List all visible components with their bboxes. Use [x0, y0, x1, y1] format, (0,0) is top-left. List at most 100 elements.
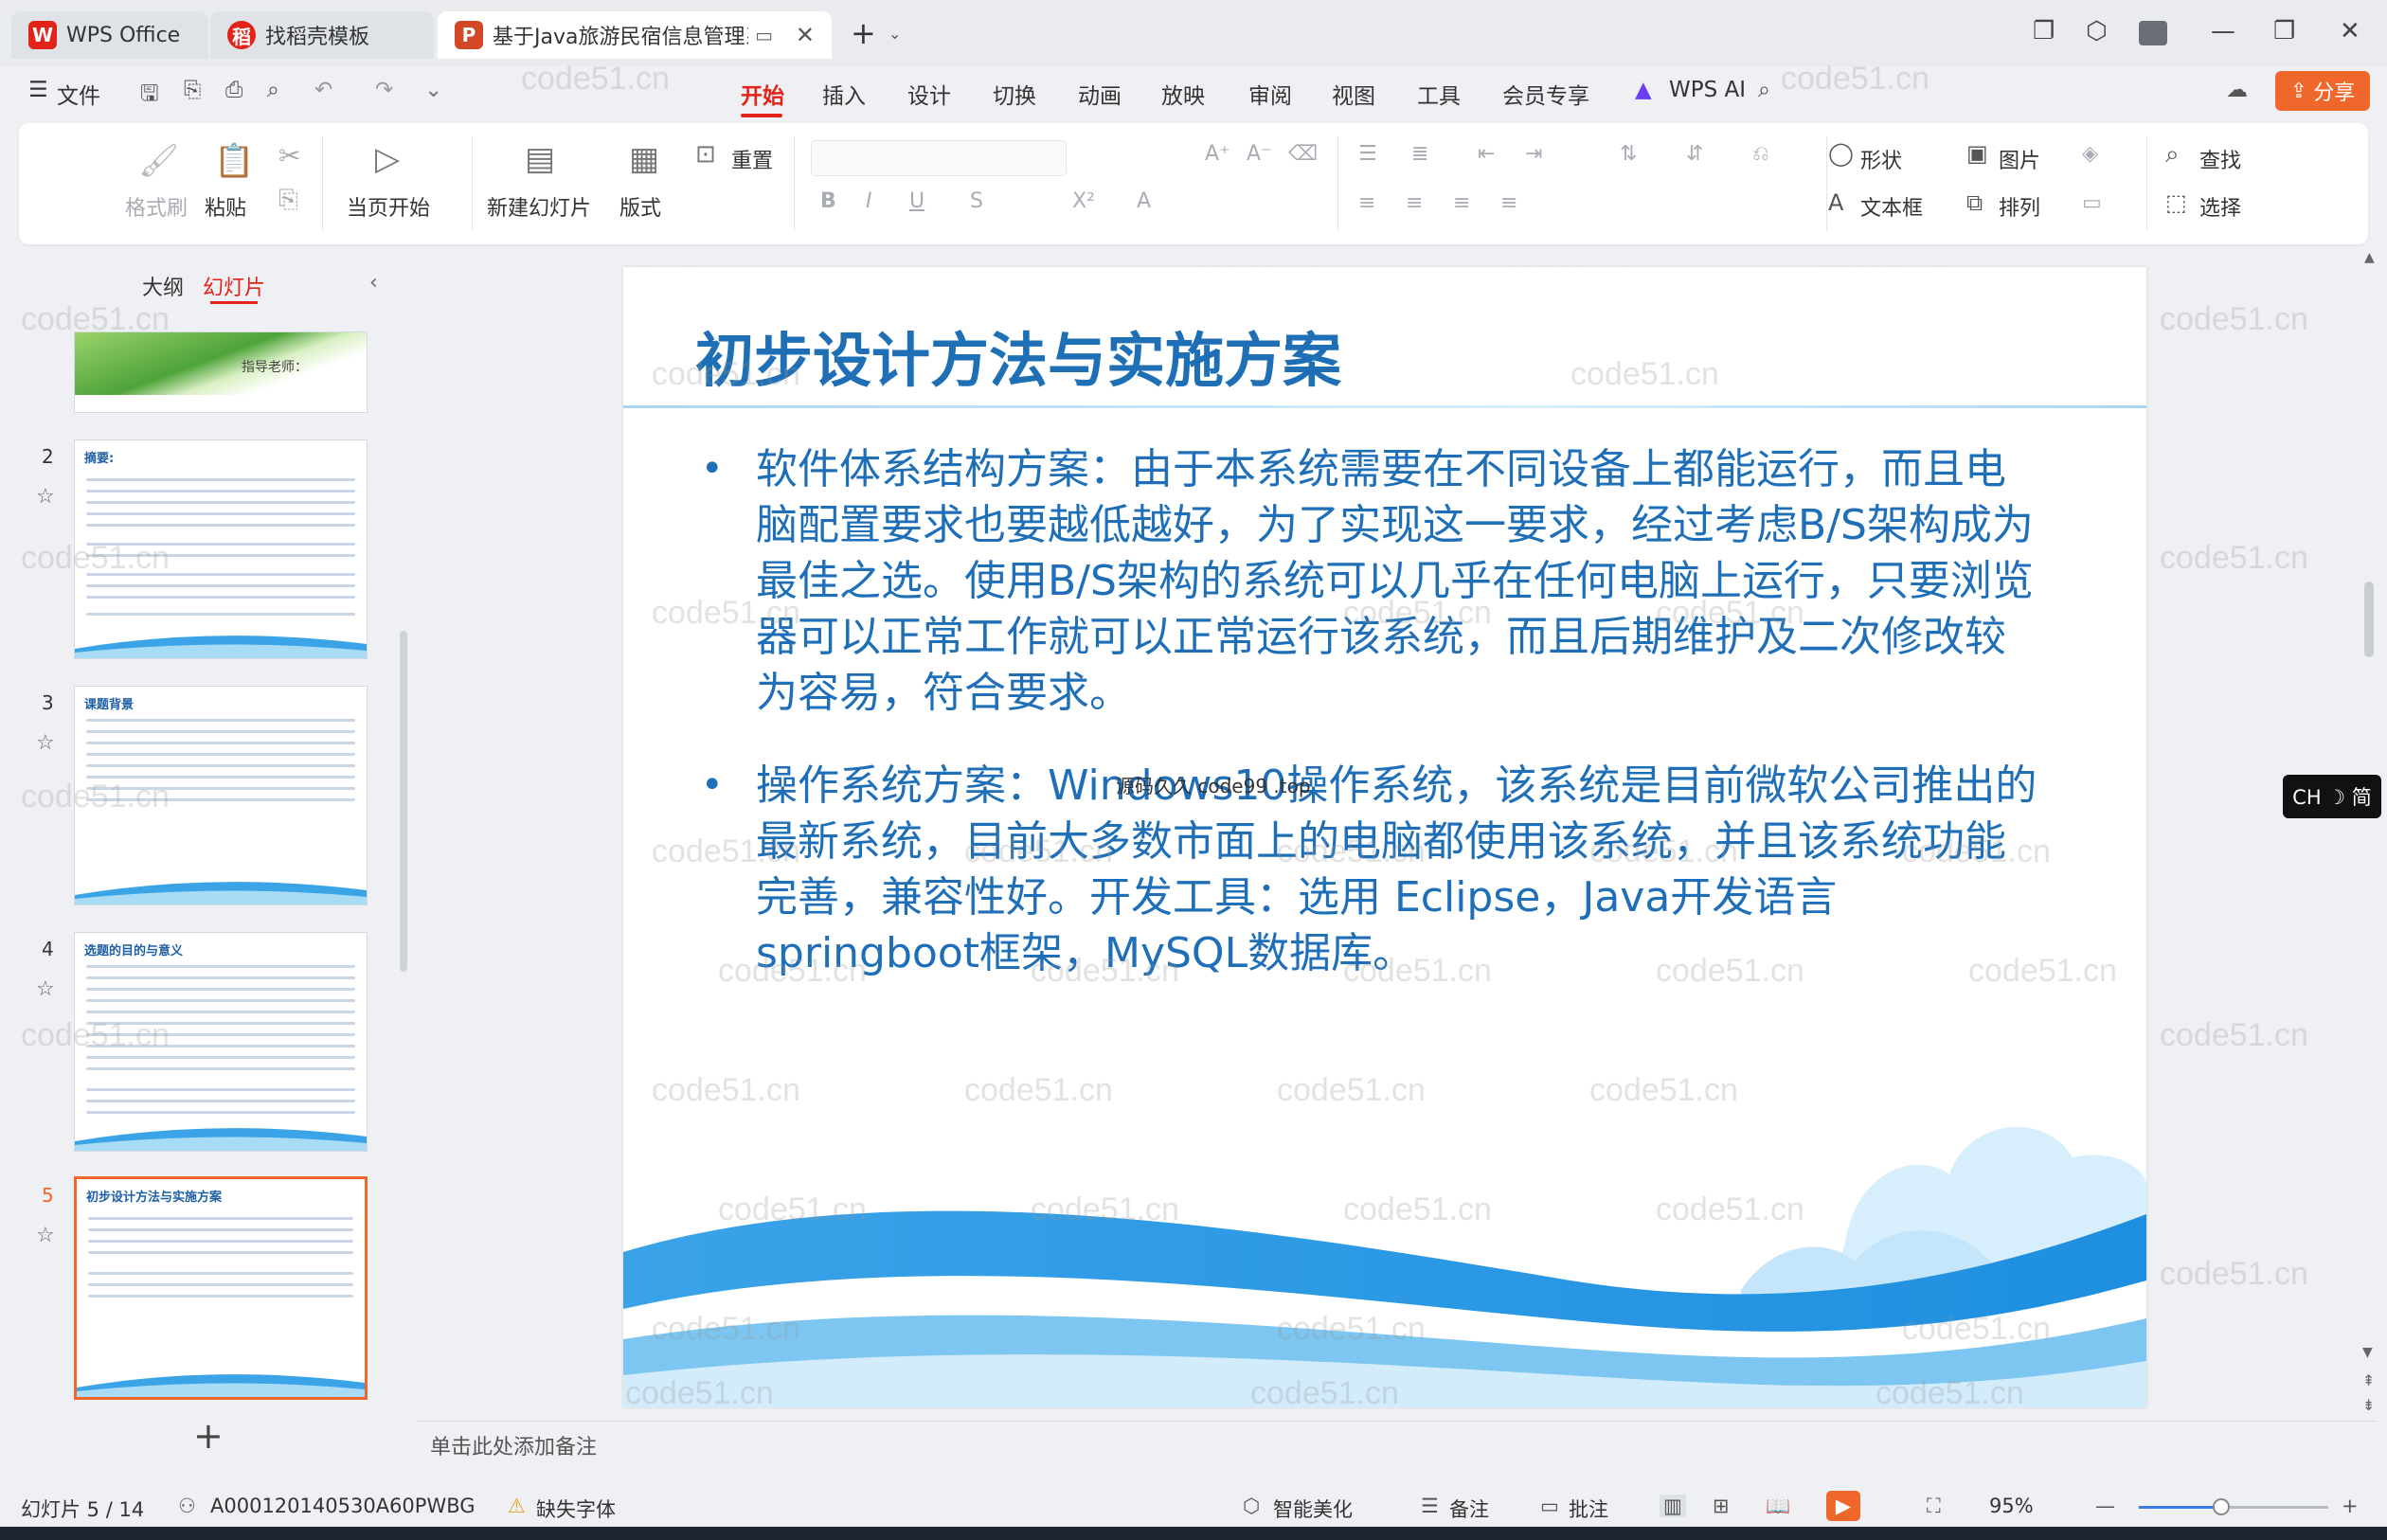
align-center-icon[interactable]: ≡ [1406, 191, 1423, 215]
text-direction-icon[interactable]: ⇅ [1620, 142, 1637, 166]
redo-icon[interactable]: ↷ [375, 78, 393, 102]
fill-icon[interactable]: ◈ [2082, 142, 2098, 166]
font-name-combo[interactable] [811, 140, 1067, 176]
select-button[interactable]: 选择 [2199, 191, 2241, 222]
bullet-item[interactable]: • 软件体系结构方案：由于本系统需要在不同设备上都能运行，而且电脑配置要求也要越… [701, 441, 2046, 721]
cube-icon[interactable]: ⬡ [2086, 17, 2108, 45]
star-icon[interactable]: ☆ [36, 1224, 55, 1247]
menu-slideshow[interactable]: 放映 [1161, 78, 1205, 110]
clear-format-icon[interactable]: ⌫ [1288, 142, 1318, 166]
chevron-down-icon[interactable]: ⌄ [888, 25, 901, 43]
justify-icon[interactable]: ≡ [1500, 191, 1517, 215]
align-left-icon[interactable]: ≡ [1358, 191, 1375, 215]
slide-thumbnail-3[interactable]: 课题背景 [74, 686, 368, 905]
shape-button[interactable]: 形状 [1860, 144, 1902, 174]
cloud-upload-icon[interactable]: ☁ [2226, 78, 2248, 102]
star-icon[interactable]: ☆ [36, 731, 55, 755]
normal-view-icon[interactable]: ▥ [1660, 1495, 1686, 1517]
sort-icon[interactable]: ⇵ [1686, 142, 1703, 166]
decrease-font-icon[interactable]: A⁻ [1247, 142, 1272, 166]
menu-view[interactable]: 视图 [1332, 78, 1375, 110]
paste-button[interactable]: 粘贴 [205, 191, 246, 222]
font-color-icon[interactable]: A [1137, 189, 1151, 213]
document-id[interactable]: A000120140530A60PWBG [210, 1495, 476, 1517]
search-icon[interactable]: ⌕ [1758, 78, 1770, 102]
arrange-button[interactable]: 排列 [1999, 191, 2040, 222]
numbered-list-icon[interactable]: ≣ [1411, 142, 1428, 166]
indent-icon[interactable]: ⇥ [1525, 142, 1542, 166]
zoom-level[interactable]: 95% [1989, 1495, 2034, 1517]
chevron-down-icon[interactable]: ⌄ [424, 78, 442, 102]
star-icon[interactable]: ☆ [36, 977, 55, 1001]
menu-transition[interactable]: 切换 [993, 78, 1036, 110]
menu-review[interactable]: 审阅 [1248, 78, 1292, 110]
convert-icon[interactable]: ⎌ [1752, 142, 1769, 166]
restore-icon[interactable]: ❐ [2273, 17, 2295, 45]
slide-thumbnail-5[interactable]: 初步设计方法与实施方案 [74, 1176, 368, 1400]
menu-insert[interactable]: 插入 [822, 78, 866, 110]
print-preview-icon[interactable]: ⌕ [267, 78, 279, 102]
bold-icon[interactable]: B [820, 189, 836, 213]
strikethrough-icon[interactable]: S [970, 189, 983, 213]
slide-title[interactable]: 初步设计方法与实施方案 [695, 313, 1341, 398]
zoom-slider-handle[interactable] [2213, 1498, 2230, 1515]
tab-outline[interactable]: 大纲 [142, 271, 184, 301]
slide-thumbnail-2[interactable]: 摘要: [74, 439, 368, 659]
format-painter-button[interactable]: 格式刷 [125, 191, 188, 222]
tab-wps-office[interactable]: W WPS Office [11, 11, 208, 59]
cut-icon[interactable]: ✂ [278, 140, 300, 171]
share-button[interactable]: ⇪ 分享 [2275, 71, 2370, 111]
menu-member[interactable]: 会员专享 [1502, 78, 1589, 110]
scroll-down-icon[interactable]: ▼ [2362, 1345, 2373, 1360]
window-layout-icon[interactable]: ❐ [2033, 17, 2055, 45]
zoom-out-icon[interactable]: — [2095, 1495, 2115, 1517]
collapse-panel-icon[interactable]: ‹ [369, 271, 378, 295]
next-slide-icon[interactable]: ⇟ [2362, 1396, 2375, 1414]
fit-window-icon[interactable]: ⛶ [1927, 1495, 1941, 1518]
menu-file[interactable]: 文件 [57, 78, 100, 110]
notes-placeholder[interactable]: 单击此处添加备注 [430, 1430, 597, 1460]
slide-sorter-icon[interactable]: ⊞ [1713, 1495, 1730, 1517]
menu-tools[interactable]: 工具 [1417, 78, 1461, 110]
menu-animation[interactable]: 动画 [1078, 78, 1122, 110]
notes-button[interactable]: 备注 [1449, 1495, 1489, 1523]
find-button[interactable]: 查找 [2199, 144, 2241, 174]
new-slide-button[interactable]: 新建幻灯片 [487, 191, 591, 222]
avatar[interactable] [2139, 21, 2167, 45]
reset-button[interactable]: 重置 [731, 144, 773, 174]
save-icon[interactable]: 🖫 [140, 78, 159, 115]
monitor-icon[interactable]: ▭ [755, 24, 773, 46]
bullet-item[interactable]: • 操作系统方案：Windows10操作系统，该系统是目前微软公司推出的最新系统… [701, 758, 2046, 981]
italic-icon[interactable]: I [866, 189, 872, 213]
layout-button[interactable]: 版式 [619, 191, 661, 222]
bullet-list-icon[interactable]: ☰ [1358, 142, 1377, 166]
canvas-scrollbar[interactable] [2364, 582, 2374, 657]
thumbnail-scrollbar[interactable] [400, 631, 407, 972]
export-icon[interactable]: ⎘ [184, 78, 201, 102]
comment-button[interactable]: 批注 [1569, 1495, 1608, 1523]
menu-wps-ai[interactable]: WPS AI [1669, 78, 1746, 102]
copy-icon[interactable]: ⎘ [278, 186, 298, 215]
hamburger-icon[interactable]: ☰ [28, 78, 48, 102]
reading-view-icon[interactable]: 📖 [1766, 1495, 1790, 1518]
missing-font-button[interactable]: 缺失字体 [536, 1495, 616, 1523]
underline-icon[interactable]: U [909, 189, 924, 213]
increase-font-icon[interactable]: A⁺ [1205, 142, 1230, 166]
tab-presentation[interactable]: P 基于Java旅游民宿信息管理系 ▭ ✕ [438, 11, 832, 59]
zoom-in-icon[interactable]: + [2342, 1495, 2359, 1517]
align-right-icon[interactable]: ≡ [1453, 191, 1470, 215]
scroll-up-icon[interactable]: ▲ [2364, 250, 2375, 265]
slide-thumbnail-4[interactable]: 选题的目的与意义 [74, 932, 368, 1152]
star-icon[interactable]: ☆ [36, 485, 55, 509]
play-current-button[interactable]: 当页开始 [347, 191, 430, 222]
tab-slides[interactable]: 幻灯片 [203, 271, 265, 301]
menu-home[interactable]: 开始 [741, 78, 784, 110]
prev-slide-icon[interactable]: ⇞ [2362, 1371, 2375, 1389]
undo-icon[interactable]: ↶ [314, 78, 332, 102]
ime-indicator[interactable]: CH ☽ 简 [2283, 775, 2381, 818]
close-tab-icon[interactable]: ✕ [796, 22, 815, 48]
print-icon[interactable]: ⎙ [225, 78, 242, 102]
add-slide-button[interactable]: + [193, 1415, 224, 1457]
outline-icon[interactable]: ▭ [2082, 191, 2102, 215]
outdent-icon[interactable]: ⇤ [1478, 142, 1495, 166]
